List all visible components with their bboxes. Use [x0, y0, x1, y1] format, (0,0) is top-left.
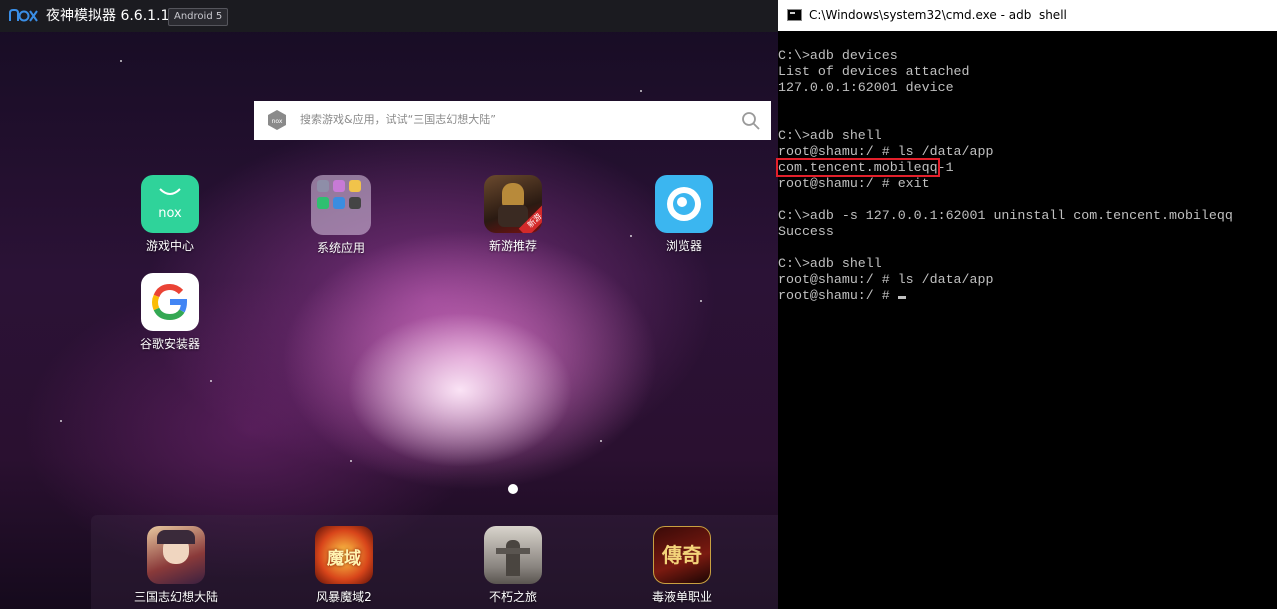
system-apps-folder-icon	[311, 175, 371, 235]
app-label: 新游推荐	[488, 239, 537, 253]
console-line: root@shamu:/ # ls /data/app	[778, 272, 994, 287]
app-label: 不朽之旅	[488, 590, 537, 604]
emulator-titlebar: 夜神模拟器 6.6.1.1 Android 5	[0, 0, 778, 32]
app-label: 谷歌安装器	[139, 337, 200, 351]
app-label: 浏览器	[665, 239, 702, 253]
duye-game-icon: 傳奇	[653, 526, 711, 584]
text-cursor	[897, 296, 906, 299]
console-line: Success	[778, 224, 834, 239]
console-line: C:\>adb -s 127.0.0.1:62001 uninstall com…	[778, 208, 1233, 223]
console-line: 127.0.0.1:62001 device	[778, 80, 954, 95]
cmd-titlebar[interactable]: C:\Windows\system32\cmd.exe - adb shell	[778, 0, 1277, 31]
dock-app-buxiu[interactable]: 不朽之旅	[458, 526, 568, 605]
sanguozhi-game-icon	[147, 526, 205, 584]
app-label: 三国志幻想大陆	[133, 590, 218, 604]
console-line: root@shamu:/ # ls /data/app	[778, 144, 994, 159]
app-label: 系统应用	[316, 241, 365, 255]
app-system-apps[interactable]: 系统应用	[286, 175, 396, 256]
search-placeholder: 搜索游戏&应用，试试“三国志幻想大陆”	[300, 113, 496, 126]
fengbao-moyu-game-icon: 魔域	[315, 526, 373, 584]
app-browser[interactable]: 浏览器	[629, 175, 739, 254]
app-label: 毒液单职业	[651, 590, 712, 604]
new-games-icon: 新游	[484, 175, 542, 233]
console-line: C:\>adb shell	[778, 128, 882, 143]
browser-icon	[655, 175, 713, 233]
emulator-window: 夜神模拟器 6.6.1.1 Android 5 nox 搜索游戏&应用，试试“三…	[0, 0, 778, 609]
console-line: C:\>adb shell	[778, 256, 882, 271]
console-line: List of devices attached	[778, 64, 970, 79]
svg-text:nox: nox	[158, 206, 182, 221]
dock-app-fengbao[interactable]: 魔域 风暴魔域2	[289, 526, 399, 605]
console-line: root@shamu:/ # exit	[778, 176, 930, 191]
app-label: 游戏中心	[145, 239, 194, 253]
console-output[interactable]: C:\>adb devices List of devices attached…	[776, 48, 1277, 304]
svg-text:nox: nox	[272, 118, 283, 125]
nox-search-logo-icon: nox	[268, 110, 286, 130]
android-version-badge: Android 5	[168, 8, 229, 26]
search-icon[interactable]	[741, 111, 761, 131]
app-game-center[interactable]: nox 游戏中心	[115, 175, 225, 254]
package-suffix: -1	[937, 160, 954, 175]
console-line: C:\>adb devices	[778, 48, 898, 63]
cmd-icon	[787, 9, 802, 21]
nox-game-center-icon: nox	[141, 175, 199, 233]
app-title: 夜神模拟器 6.6.1.1	[46, 8, 170, 24]
app-new-games[interactable]: 新游 新游推荐	[458, 175, 568, 254]
cmd-title: C:\Windows\system32\cmd.exe - adb shell	[809, 8, 1067, 22]
app-label: 风暴魔域2	[316, 590, 372, 604]
buxiu-game-icon	[484, 526, 542, 584]
console-prompt-line: root@shamu:/ #	[778, 288, 1277, 304]
dock-app-duye[interactable]: 傳奇 毒液单职业	[627, 526, 737, 605]
nox-logo-icon	[9, 9, 38, 22]
package-name-highlight: com.tencent.mobileqq	[776, 158, 940, 177]
dock-app-sanguozhi[interactable]: 三国志幻想大陆	[121, 526, 231, 605]
app-google-installer[interactable]: 谷歌安装器	[115, 273, 225, 352]
console-prompt: root@shamu:/ #	[778, 288, 898, 303]
google-installer-icon	[141, 273, 199, 331]
search-bar[interactable]: nox 搜索游戏&应用，试试“三国志幻想大陆”	[254, 101, 771, 140]
console-line-highlighted: com.tencent.mobileqq-1	[776, 158, 1277, 177]
page-indicator-dot	[508, 484, 518, 494]
cmd-window[interactable]: C:\Windows\system32\cmd.exe - adb shell …	[776, 0, 1277, 609]
